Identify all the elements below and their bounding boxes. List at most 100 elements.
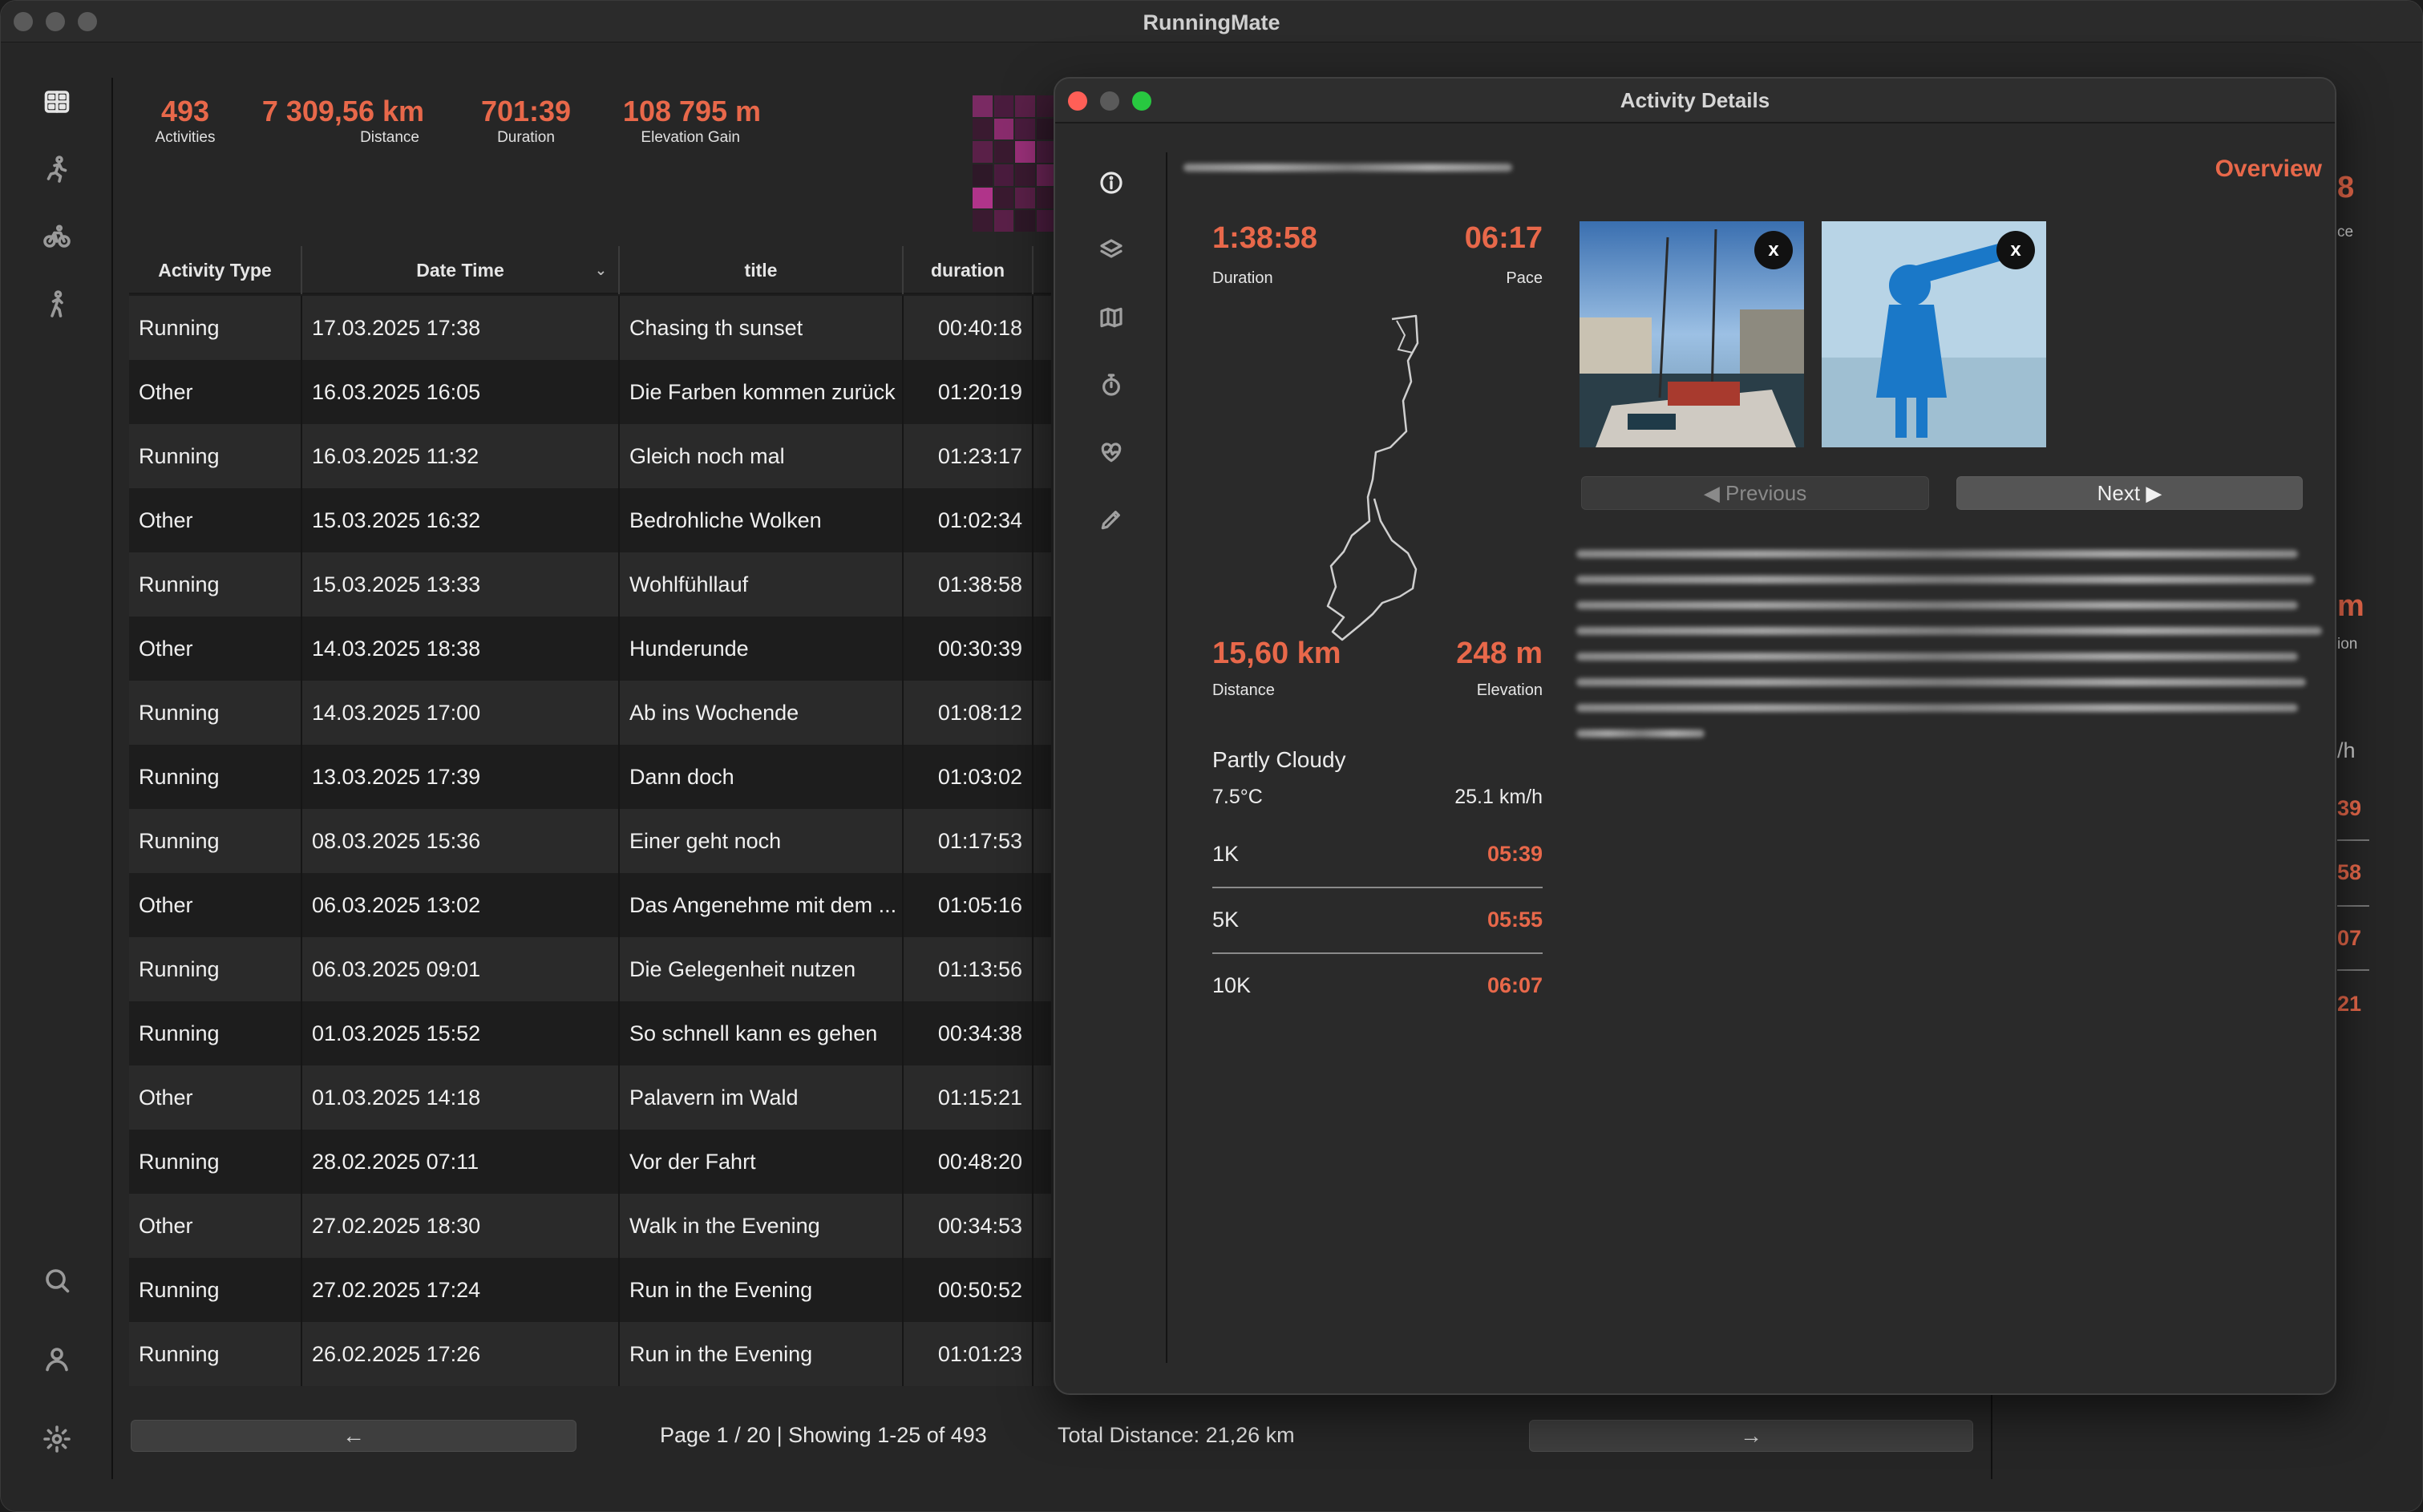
heart-rate-icon[interactable] bbox=[1097, 438, 1126, 467]
table-row[interactable]: Running 17.03.2025 17:38 Chasing th sunset… bbox=[129, 296, 1051, 360]
column-header-date-time[interactable]: Date Time ⌄ bbox=[302, 246, 620, 294]
cell-distance: 10.3 bbox=[1034, 1322, 1051, 1386]
dashboard-icon[interactable] bbox=[39, 84, 75, 119]
stat-activities-value: 493 bbox=[160, 95, 210, 127]
window-title: RunningMate bbox=[1143, 10, 1280, 34]
cell-duration: 00:40:18 bbox=[904, 296, 1034, 360]
peek-divider bbox=[2337, 839, 2369, 841]
cell-title: Run in the Evening bbox=[620, 1322, 904, 1386]
cell-date-time: 16.03.2025 11:32 bbox=[302, 424, 620, 488]
column-header-title[interactable]: title bbox=[620, 246, 904, 294]
split-5k-pace: 05:55 bbox=[1487, 908, 1543, 932]
peek-top-value: 8 bbox=[2337, 171, 2355, 204]
user-icon[interactable] bbox=[39, 1341, 75, 1377]
cell-activity-type: Running bbox=[129, 745, 302, 809]
next-page-button[interactable]: → bbox=[1529, 1420, 1973, 1452]
next-activity-button[interactable]: Next ▶ bbox=[1956, 476, 2303, 510]
search-icon[interactable] bbox=[39, 1263, 75, 1298]
cell-distance: 5.01 bbox=[1034, 1065, 1051, 1130]
previous-activity-button[interactable]: ◀ Previous bbox=[1581, 476, 1929, 510]
table-row[interactable]: Other 06.03.2025 13:02 Das Angenehme mit d… bbox=[129, 873, 1051, 937]
column-header-activity-type[interactable]: Activity Type bbox=[129, 246, 302, 294]
table-row[interactable]: Other 27.02.2025 18:30 Walk in the Evening… bbox=[129, 1194, 1051, 1258]
cell-activity-type: Running bbox=[129, 552, 302, 617]
table-row[interactable]: Running 27.02.2025 17:24 Run in the Evenin… bbox=[129, 1258, 1051, 1322]
cell-duration: 01:23:17 bbox=[904, 424, 1034, 488]
stat-duration-value: 701:39 bbox=[480, 95, 572, 127]
table-row[interactable]: Other 16.03.2025 16:05 Die Farben kommen z… bbox=[129, 360, 1051, 424]
stat-duration: 701:39 Duration bbox=[455, 95, 597, 147]
cell-activity-type: Other bbox=[129, 488, 302, 552]
cell-date-time: 13.03.2025 17:39 bbox=[302, 745, 620, 809]
cell-title: Walk in the Evening bbox=[620, 1194, 904, 1258]
table-row[interactable]: Other14.03.2025 18:38Hunderunde00:30:392… bbox=[129, 617, 1051, 681]
cell-distance: 5.14 bbox=[1034, 873, 1051, 937]
cell-activity-type: Other bbox=[129, 360, 302, 424]
stat-elevation: 108 795 m Elevation Gain bbox=[602, 95, 782, 147]
previous-page-button[interactable]: ← bbox=[131, 1420, 576, 1452]
cell-activity-type: Other bbox=[129, 617, 302, 681]
gear-icon[interactable] bbox=[39, 1421, 75, 1457]
column-header-duration[interactable]: duration bbox=[904, 246, 1034, 294]
pace-label: Pace bbox=[1506, 269, 1543, 287]
cell-title: So schnell kann es gehen bbox=[620, 1001, 904, 1065]
table-row[interactable]: Running 16.03.2025 11:32 Gleich noch mal 01… bbox=[129, 424, 1051, 488]
table-row[interactable]: Running 26.02.2025 17:26 Run in the Evenin… bbox=[129, 1322, 1051, 1386]
activity-details-window: Activity Details Overview 1:38:58 Durati… bbox=[1054, 77, 2336, 1395]
cell-duration: 00:30:39 bbox=[904, 617, 1034, 681]
cell-distance: 10.51 bbox=[1034, 681, 1051, 745]
remove-photo-button[interactable]: x bbox=[1996, 231, 2035, 269]
distance-value: 15,60 km bbox=[1212, 637, 1341, 670]
table-row[interactable]: Running 28.02.2025 07:11 Vor der Fahrt 00:4… bbox=[129, 1130, 1051, 1194]
cell-distance: 8.2 bbox=[1034, 1130, 1051, 1194]
column-header-distance[interactable]: distance bbox=[1034, 246, 1051, 294]
table-row[interactable]: Running 08.03.2025 15:36 Einer geht noch 01… bbox=[129, 809, 1051, 873]
table-row[interactable]: Running 13.03.2025 17:39 Dann doch 01:03:02… bbox=[129, 745, 1051, 809]
table-row[interactable]: Other 15.03.2025 16:32 Bedrohliche Wolken 0… bbox=[129, 488, 1051, 552]
activity-photo-telescope[interactable]: x bbox=[1822, 221, 2046, 447]
stat-elevation-label: Elevation Gain bbox=[641, 129, 740, 146]
cell-duration: 01:17:53 bbox=[904, 809, 1034, 873]
cell-distance: 11.91 bbox=[1034, 937, 1051, 1001]
table-row[interactable]: Other 01.03.2025 14:18 Palavern im Wald 01:… bbox=[129, 1065, 1051, 1130]
peek-top-label: ce bbox=[2337, 224, 2354, 241]
activity-photo-harbor[interactable]: x bbox=[1580, 221, 1804, 447]
cell-distance: 1.84 bbox=[1034, 1194, 1051, 1258]
cycling-icon[interactable] bbox=[39, 219, 75, 254]
table-row[interactable]: Running 01.03.2025 15:52 So schnell kann e… bbox=[129, 1001, 1051, 1065]
redacted-description-line bbox=[1576, 627, 2322, 635]
info-icon[interactable] bbox=[1097, 168, 1126, 197]
dialog-sidebar-divider bbox=[1166, 152, 1167, 1363]
table-row[interactable]: Running 15.03.2025 13:33 Wohlfühllauf 01:38… bbox=[129, 552, 1051, 617]
layers-icon[interactable] bbox=[1097, 236, 1126, 265]
cell-date-time: 27.02.2025 17:24 bbox=[302, 1258, 620, 1322]
table-row[interactable]: Running 14.03.2025 17:00 Ab ins Wochende 01… bbox=[129, 681, 1051, 745]
walking-icon[interactable] bbox=[39, 286, 75, 321]
cell-date-time: 01.03.2025 15:52 bbox=[302, 1001, 620, 1065]
running-icon[interactable] bbox=[39, 152, 75, 187]
remove-photo-button[interactable]: x bbox=[1754, 231, 1793, 269]
split-1k-pace: 05:39 bbox=[1487, 842, 1543, 866]
cell-duration: 00:48:20 bbox=[904, 1130, 1034, 1194]
redacted-description-line bbox=[1576, 550, 2298, 558]
peek-value-1: 39 bbox=[2337, 796, 2362, 820]
cell-title: Palavern im Wald bbox=[620, 1065, 904, 1130]
pencil-icon[interactable] bbox=[1097, 505, 1126, 534]
cell-title: Gleich noch mal bbox=[620, 424, 904, 488]
table-row[interactable]: Running 06.03.2025 09:01 Die Gelegenheit n… bbox=[129, 937, 1051, 1001]
peek-mid-label: ion bbox=[2337, 636, 2358, 653]
stat-activities-label: Activities bbox=[155, 129, 216, 146]
elevation-value: 248 m bbox=[1456, 637, 1543, 670]
map-icon[interactable] bbox=[1097, 303, 1126, 332]
cell-date-time: 06.03.2025 09:01 bbox=[302, 937, 620, 1001]
cell-title: Die Gelegenheit nutzen bbox=[620, 937, 904, 1001]
cell-distance: 10.47 bbox=[1034, 745, 1051, 809]
title-bar: RunningMate bbox=[1, 1, 2422, 42]
stopwatch-icon[interactable] bbox=[1097, 370, 1126, 399]
cell-distance: 7.24 bbox=[1034, 296, 1051, 360]
duration-label: Duration bbox=[1212, 269, 1273, 287]
cell-activity-type: Other bbox=[129, 873, 302, 937]
cell-date-time: 14.03.2025 18:38 bbox=[302, 617, 620, 681]
cell-date-time: 01.03.2025 14:18 bbox=[302, 1065, 620, 1130]
cell-title: Bedrohliche Wolken bbox=[620, 488, 904, 552]
